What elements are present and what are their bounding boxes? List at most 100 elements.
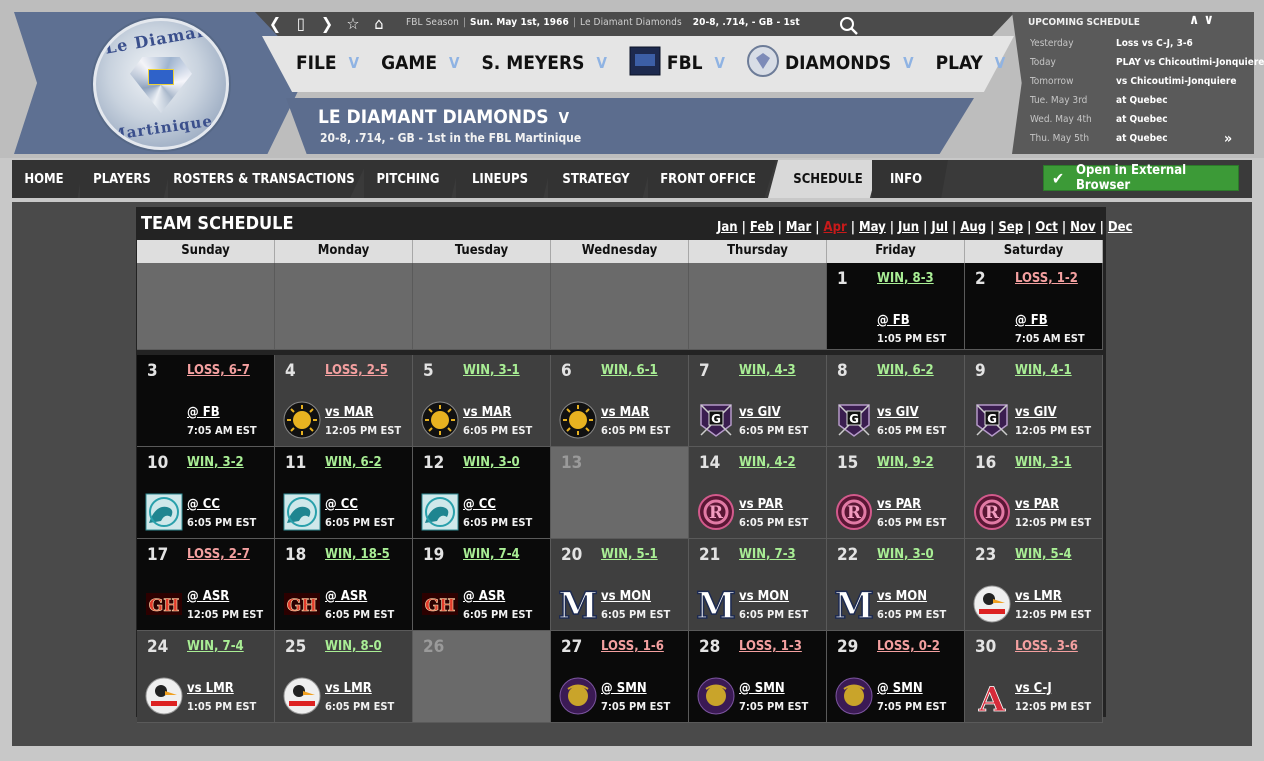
calendar-cell-game[interactable]: 14 WIN, 4-2 Rvs PAR 6:05 PM EST <box>689 447 827 539</box>
tab-strategy[interactable]: STRATEGY <box>548 160 652 198</box>
calendar-cell-game[interactable]: 23 WIN, 5-4 vs LMR 12:05 PM EST <box>965 539 1103 631</box>
menu-team[interactable]: DIAMONDS V <box>746 44 914 82</box>
game-result-link[interactable]: WIN, 4-2 <box>739 455 796 470</box>
back-icon[interactable]: ❮ <box>268 14 282 34</box>
opponent-link[interactable]: @ ASR <box>463 589 505 604</box>
upcoming-row[interactable]: Today PLAY vs Chicoutimi-Jonquiere <box>1030 57 1264 68</box>
opponent-link[interactable]: vs MON <box>739 589 789 604</box>
game-result-link[interactable]: WIN, 7-4 <box>187 639 244 654</box>
calendar-cell-off-day[interactable]: 26 <box>413 631 551 723</box>
opponent-link[interactable]: vs LMR <box>1015 589 1062 604</box>
calendar-cell-game[interactable]: 19 WIN, 7-4 GH @ ASR 6:05 PM EST <box>413 539 551 631</box>
month-link-aug[interactable]: Aug <box>960 220 986 235</box>
tab-front-office[interactable]: FRONT OFFICE <box>648 160 776 198</box>
menu-game[interactable]: GAME V <box>381 52 459 74</box>
opponent-link[interactable]: @ CC <box>325 497 358 512</box>
team-logo[interactable]: Le Diamant Martinique <box>93 18 229 150</box>
calendar-cell-game[interactable]: 22 WIN, 3-0 Mvs MON 6:05 PM EST <box>827 539 965 631</box>
month-link-may[interactable]: May <box>859 220 886 235</box>
upcoming-row[interactable]: Yesterday Loss vs C-J, 3-6 <box>1030 38 1193 49</box>
game-result-link[interactable]: WIN, 6-2 <box>877 363 934 378</box>
opponent-link[interactable]: vs GIV <box>739 405 781 420</box>
calendar-cell-game[interactable]: 2 LOSS, 1-2 @ FB 7:05 AM EST <box>965 263 1103 350</box>
game-result-link[interactable]: WIN, 4-3 <box>739 363 796 378</box>
calendar-cell-game[interactable]: 12 WIN, 3-0 @ CC 6:05 PM EST <box>413 447 551 539</box>
game-result-link[interactable]: WIN, 3-0 <box>877 547 934 562</box>
game-result-link[interactable]: WIN, 5-1 <box>601 547 658 562</box>
calendar-cell-game[interactable]: 17 LOSS, 2-7 GH @ ASR 12:05 PM EST <box>137 539 275 631</box>
calendar-cell-game[interactable]: 20 WIN, 5-1 Mvs MON 6:05 PM EST <box>551 539 689 631</box>
game-result-link[interactable]: WIN, 18-5 <box>325 547 390 562</box>
game-result-link[interactable]: LOSS, 0-2 <box>877 639 940 654</box>
game-result-link[interactable]: WIN, 3-1 <box>1015 455 1072 470</box>
game-result-link[interactable]: WIN, 6-2 <box>325 455 382 470</box>
calendar-cell-game[interactable]: 24 WIN, 7-4 vs LMR 1:05 PM EST <box>137 631 275 723</box>
menu-file[interactable]: FILE V <box>296 52 359 74</box>
calendar-cell-game[interactable]: 10 WIN, 3-2 @ CC 6:05 PM EST <box>137 447 275 539</box>
calendar-cell-game[interactable]: 3 LOSS, 6-7 @ FB 7:05 AM EST <box>137 355 275 447</box>
opponent-link[interactable]: @ FB <box>187 405 220 420</box>
chevron-up-icon[interactable]: ∧ <box>1189 12 1199 28</box>
tab-pitching[interactable]: PITCHING <box>364 160 460 198</box>
calendar-cell-game[interactable]: 25 WIN, 8-0 vs LMR 6:05 PM EST <box>275 631 413 723</box>
month-link-mar[interactable]: Mar <box>786 220 811 235</box>
window-icon[interactable]: ▯ <box>294 14 308 34</box>
calendar-cell-game[interactable]: 4 LOSS, 2-5 vs MAR 12:05 PM EST <box>275 355 413 447</box>
opponent-link[interactable]: vs PAR <box>877 497 921 512</box>
tab-info[interactable]: INFO <box>872 160 948 198</box>
game-result-link[interactable]: WIN, 6-1 <box>601 363 658 378</box>
calendar-cell-game[interactable]: 6 WIN, 6-1 vs MAR 6:05 PM EST <box>551 355 689 447</box>
month-link-oct[interactable]: Oct <box>1035 220 1057 235</box>
opponent-link[interactable]: vs PAR <box>739 497 783 512</box>
calendar-cell-game[interactable]: 15 WIN, 9-2 Rvs PAR 6:05 PM EST <box>827 447 965 539</box>
game-result-link[interactable]: LOSS, 6-7 <box>187 363 250 378</box>
game-result-link[interactable]: LOSS, 1-6 <box>601 639 664 654</box>
menu-play[interactable]: PLAY V <box>936 52 1006 74</box>
tab-rosters[interactable]: ROSTERS & TRANSACTIONS <box>168 160 368 198</box>
opponent-link[interactable]: @ SMN <box>601 681 647 696</box>
calendar-cell-game[interactable]: 1 WIN, 8-3 @ FB 1:05 PM EST <box>827 263 965 350</box>
calendar-cell-game[interactable]: 7 WIN, 4-3 Gvs GIV 6:05 PM EST <box>689 355 827 447</box>
calendar-cell-game[interactable]: 21 WIN, 7-3 Mvs MON 6:05 PM EST <box>689 539 827 631</box>
game-result-link[interactable]: WIN, 7-3 <box>739 547 796 562</box>
opponent-link[interactable]: @ ASR <box>187 589 229 604</box>
calendar-cell-game[interactable]: 18 WIN, 18-5 GH @ ASR 6:05 PM EST <box>275 539 413 631</box>
month-link-apr[interactable]: Apr <box>824 220 847 235</box>
more-icon[interactable]: » <box>1224 131 1232 147</box>
opponent-link[interactable]: @ CC <box>463 497 496 512</box>
game-result-link[interactable]: WIN, 4-1 <box>1015 363 1072 378</box>
opponent-link[interactable]: vs MON <box>877 589 927 604</box>
opponent-link[interactable]: vs MAR <box>601 405 649 420</box>
opponent-link[interactable]: @ SMN <box>877 681 923 696</box>
opponent-link[interactable]: @ CC <box>187 497 220 512</box>
opponent-link[interactable]: @ SMN <box>739 681 785 696</box>
calendar-cell-game[interactable]: 16 WIN, 3-1 Rvs PAR 12:05 PM EST <box>965 447 1103 539</box>
month-link-jul[interactable]: Jul <box>931 220 948 235</box>
open-external-browser-button[interactable]: ✔ Open in External Browser <box>1043 163 1239 193</box>
calendar-cell-game[interactable]: 11 WIN, 6-2 @ CC 6:05 PM EST <box>275 447 413 539</box>
menu-league[interactable]: FBL V <box>629 46 725 81</box>
game-result-link[interactable]: LOSS, 2-5 <box>325 363 388 378</box>
tab-home[interactable]: HOME <box>12 160 84 198</box>
game-result-link[interactable]: WIN, 3-0 <box>463 455 520 470</box>
month-link-dec[interactable]: Dec <box>1108 220 1133 235</box>
game-result-link[interactable]: WIN, 7-4 <box>463 547 520 562</box>
opponent-link[interactable]: vs MAR <box>325 405 373 420</box>
calendar-cell-game[interactable]: 29 LOSS, 0-2 @ SMN 7:05 PM EST <box>827 631 965 723</box>
chevron-down-icon[interactable]: ∨ <box>1204 12 1214 28</box>
calendar-cell-game[interactable]: 27 LOSS, 1-6 @ SMN 7:05 PM EST <box>551 631 689 723</box>
upcoming-row[interactable]: Tomorrow vs Chicoutimi-Jonquiere <box>1030 76 1236 87</box>
opponent-link[interactable]: @ FB <box>1015 313 1048 328</box>
month-link-sep[interactable]: Sep <box>998 220 1023 235</box>
upcoming-row[interactable]: Wed. May 4th at Quebec <box>1030 114 1168 125</box>
calendar-cell-game[interactable]: 8 WIN, 6-2 Gvs GIV 6:05 PM EST <box>827 355 965 447</box>
tab-schedule[interactable]: SCHEDULE <box>768 160 880 198</box>
forward-icon[interactable]: ❯ <box>320 14 334 34</box>
calendar-cell-game[interactable]: 30 LOSS, 3-6 Avs C-J 12:05 PM EST <box>965 631 1103 723</box>
game-result-link[interactable]: WIN, 5-4 <box>1015 547 1072 562</box>
opponent-link[interactable]: vs GIV <box>877 405 919 420</box>
opponent-link[interactable]: @ ASR <box>325 589 367 604</box>
search-icon[interactable] <box>838 16 860 36</box>
month-link-nov[interactable]: Nov <box>1070 220 1095 235</box>
opponent-link[interactable]: vs GIV <box>1015 405 1057 420</box>
